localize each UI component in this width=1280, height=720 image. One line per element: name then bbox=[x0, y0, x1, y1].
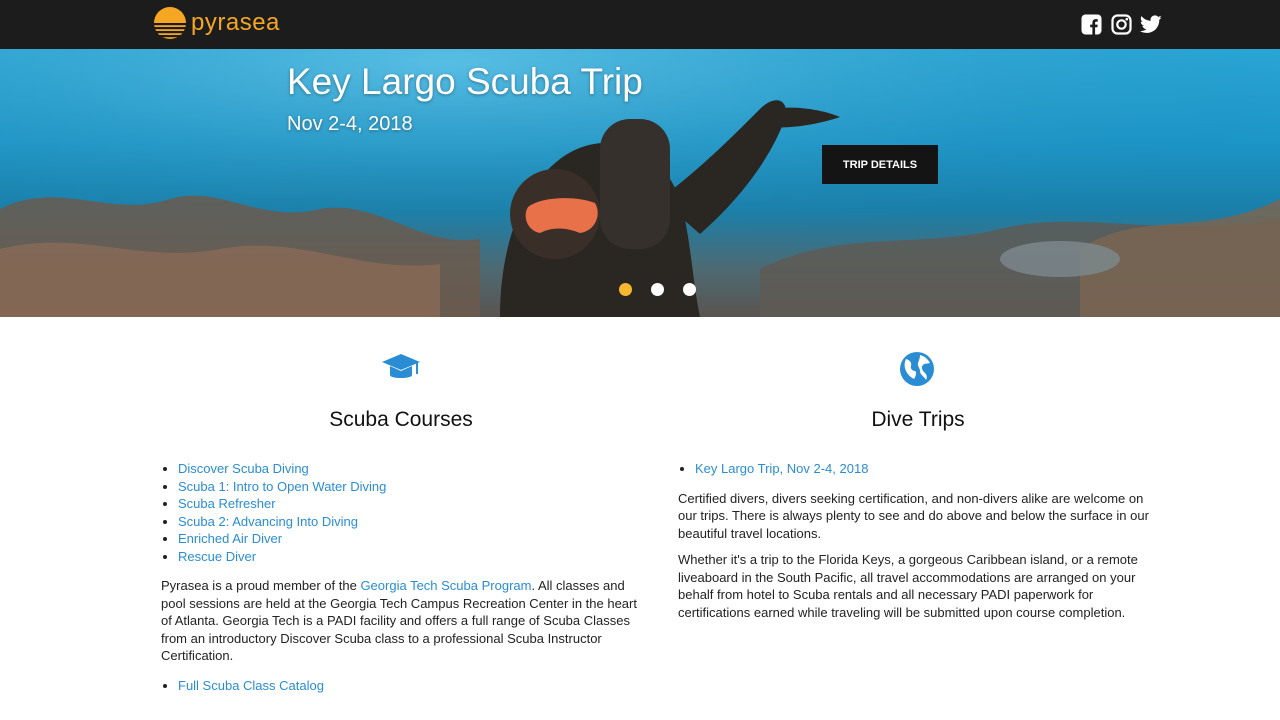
catalog-link-list: Full Scuba Class Catalog bbox=[161, 677, 641, 695]
carousel-indicators bbox=[619, 283, 696, 296]
trips-description-1: Certified divers, divers seeking certifi… bbox=[678, 490, 1149, 541]
list-item: Discover Scuba Diving bbox=[161, 460, 641, 478]
course-link-discover-scuba[interactable]: Discover Scuba Diving bbox=[178, 461, 309, 476]
course-links-list: Discover Scuba Diving Scuba 1: Intro to … bbox=[161, 460, 641, 565]
hero-date: Nov 2-4, 2018 bbox=[287, 113, 413, 135]
scuba-courses-title: Scuba Courses bbox=[329, 408, 473, 431]
list-item: Rescue Diver bbox=[161, 548, 641, 566]
dive-trips-title: Dive Trips bbox=[871, 408, 965, 431]
list-item: Enriched Air Diver bbox=[161, 530, 641, 548]
list-item: Key Largo Trip, Nov 2-4, 2018 bbox=[678, 460, 1158, 478]
carousel-dot-1[interactable] bbox=[619, 283, 632, 296]
dive-trips-section: Dive Trips Key Largo Trip, Nov 2-4, 2018… bbox=[678, 350, 1158, 621]
list-item: Scuba 1: Intro to Open Water Diving bbox=[161, 478, 641, 496]
full-catalog-link[interactable]: Full Scuba Class Catalog bbox=[178, 678, 324, 693]
hero-carousel: Key Largo Scuba Trip Nov 2-4, 2018 Trip … bbox=[0, 49, 1280, 317]
trip-links-list: Key Largo Trip, Nov 2-4, 2018 bbox=[678, 460, 1158, 478]
georgia-tech-scuba-link[interactable]: Georgia Tech Scuba Program bbox=[360, 578, 531, 593]
graduation-cap-icon bbox=[382, 354, 420, 378]
course-link-enriched-air[interactable]: Enriched Air Diver bbox=[178, 531, 282, 546]
course-link-scuba-2[interactable]: Scuba 2: Advancing Into Diving bbox=[178, 514, 358, 529]
course-link-scuba-1[interactable]: Scuba 1: Intro to Open Water Diving bbox=[178, 479, 386, 494]
list-item: Scuba 2: Advancing Into Diving bbox=[161, 513, 641, 531]
social-links bbox=[1080, 12, 1162, 36]
hero-title: Key Largo Scuba Trip bbox=[287, 61, 643, 102]
pyrasea-logo[interactable]: pyrasea bbox=[153, 6, 280, 40]
list-item: Full Scuba Class Catalog bbox=[161, 677, 641, 695]
logo-text: pyrasea bbox=[191, 9, 280, 36]
trip-details-button[interactable]: Trip Details bbox=[822, 145, 938, 184]
list-item: Scuba Refresher bbox=[161, 495, 641, 513]
instagram-icon[interactable] bbox=[1110, 12, 1132, 36]
twitter-icon[interactable] bbox=[1140, 12, 1162, 36]
courses-description-text: Pyrasea is a proud member of the bbox=[161, 578, 361, 593]
globe-icon bbox=[900, 352, 934, 386]
trips-description-2: Whether it's a trip to the Florida Keys,… bbox=[678, 552, 1138, 620]
trip-link-key-largo[interactable]: Key Largo Trip, Nov 2-4, 2018 bbox=[695, 461, 868, 476]
course-link-scuba-refresher[interactable]: Scuba Refresher bbox=[178, 496, 276, 511]
facebook-icon[interactable] bbox=[1080, 12, 1102, 36]
course-link-rescue-diver[interactable]: Rescue Diver bbox=[178, 549, 256, 564]
sun-logo-icon bbox=[153, 7, 187, 39]
top-navbar: pyrasea bbox=[0, 0, 1280, 49]
carousel-dot-2[interactable] bbox=[651, 283, 664, 296]
carousel-dot-3[interactable] bbox=[683, 283, 696, 296]
scuba-courses-section: Scuba Courses Discover Scuba Diving Scub… bbox=[161, 350, 641, 694]
courses-description: Pyrasea is a proud member of the Georgia… bbox=[161, 577, 641, 665]
